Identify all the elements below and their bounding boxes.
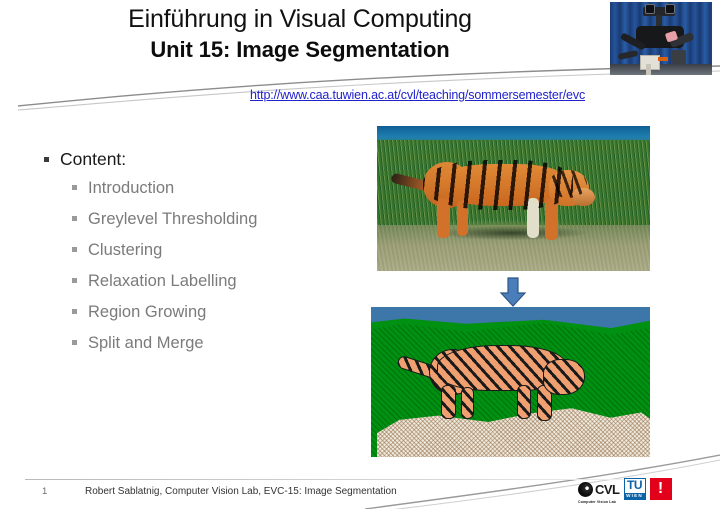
segment-tiger-foreleg-2: [517, 385, 531, 419]
list-item: Clustering: [72, 240, 364, 261]
slide-canvas: Einführung in Visual Computing Unit 15: …: [0, 0, 720, 509]
eye-icon: [578, 481, 593, 497]
content-list: Content: Introduction Greylevel Threshol…: [44, 148, 364, 364]
square-bullet-icon: [44, 157, 49, 162]
cvl-logo-label: CVL: [595, 481, 620, 497]
content-heading-item: Content:: [44, 148, 364, 170]
segment-tiger-hindleg-2: [461, 387, 474, 419]
tu-wien-logo: TU WIEN: [623, 478, 646, 500]
robot-camera-right: [665, 4, 675, 14]
list-item-label: Greylevel Thresholding: [88, 210, 258, 228]
list-item: Introduction: [72, 178, 364, 199]
square-bullet-icon: [72, 340, 77, 345]
square-bullet-icon: [72, 247, 77, 252]
photo-tiger-head-stripes: [549, 170, 587, 198]
slide-header: Einführung in Visual Computing Unit 15: …: [0, 4, 600, 64]
robot-photo: [610, 2, 712, 75]
cvl-logo: CVL Computer Vision Lab: [578, 481, 620, 504]
exclamation-icon: !: [657, 480, 664, 497]
list-item-label: Introduction: [88, 179, 175, 197]
content-heading-label: Content:: [60, 149, 127, 169]
footer-credit: Robert Sablatnig, Computer Vision Lab, E…: [85, 486, 397, 497]
list-item-label: Relaxation Labelling: [88, 272, 237, 290]
segment-region-tiger: [396, 345, 589, 421]
tu-logo-label: TU: [627, 478, 643, 492]
list-item: Relaxation Labelling: [72, 271, 364, 292]
logo-group: CVL Computer Vision Lab TU WIEN !: [578, 477, 672, 504]
list-item: Split and Merge: [72, 333, 364, 354]
robot-photo-floor: [610, 64, 712, 75]
square-bullet-icon: [72, 309, 77, 314]
segment-tiger-hindleg-1: [441, 385, 456, 419]
list-item: Region Growing: [72, 302, 364, 323]
unit-subtitle: Unit 15: Image Segmentation: [150, 37, 450, 62]
exclamation-logo: !: [649, 478, 672, 500]
down-arrow-icon: [499, 277, 527, 307]
robot-camera-left: [645, 4, 655, 14]
tiger-photo: [377, 126, 650, 271]
robot-orange-marker: [658, 57, 668, 61]
page-title: Einführung in Visual Computing: [128, 5, 472, 33]
square-bullet-icon: [72, 216, 77, 221]
square-bullet-icon: [72, 278, 77, 283]
segment-tiger-head: [543, 359, 585, 395]
list-item: Greylevel Thresholding: [72, 209, 364, 230]
segmented-image: [371, 307, 650, 457]
footer-divider: [25, 479, 625, 480]
course-url-link[interactable]: http://www.caa.tuwien.ac.at/cvl/teaching…: [250, 88, 585, 102]
cvl-logo-subtitle: Computer Vision Lab: [578, 499, 616, 504]
list-item-label: Clustering: [88, 241, 163, 259]
square-bullet-icon: [72, 185, 77, 190]
robot-gripper: [672, 50, 686, 64]
tu-logo-city: WIEN: [624, 493, 645, 499]
list-item-label: Region Growing: [88, 303, 207, 321]
page-number: 1: [42, 486, 48, 497]
list-item-label: Split and Merge: [88, 334, 204, 352]
robot-stand-post: [646, 64, 651, 75]
